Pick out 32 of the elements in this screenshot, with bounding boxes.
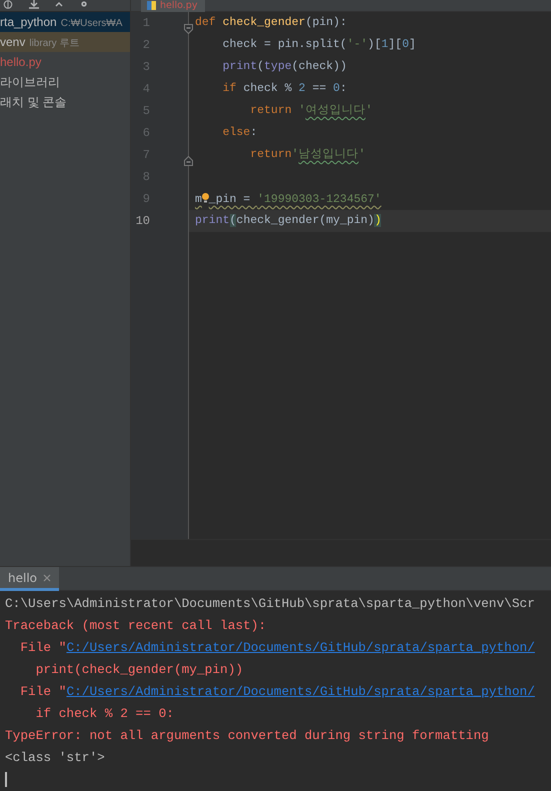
console-line: <class 'str'> (5, 750, 105, 765)
code-line: if check % 2 == 0: (222, 81, 348, 97)
file-link[interactable]: C:/Users/Administrator/Documents/GitHub/sprata/sparta_python/ (66, 640, 535, 655)
tree-item[interactable]: rta_python C:₩Users₩A (0, 12, 130, 32)
console-line: if check % 2 == 0: (34, 706, 174, 721)
code-line: def check_gender(pin): (194, 15, 348, 31)
file-link[interactable]: C:/Users/Administrator/Documents/GitHub/sprata/sparta_python/ (66, 684, 535, 699)
line-number: 10 (136, 214, 150, 228)
code-line: return'남성입니다' (249, 147, 366, 163)
console-line: File "C:/Users/Administrator/Documents/GitHub/sprata/sparta_python/ (19, 684, 535, 699)
fold-icon[interactable] (184, 24, 193, 34)
console-line: Traceback (most recent call last): (5, 618, 266, 633)
download-icon[interactable] (28, 0, 40, 9)
collapse-icon[interactable] (54, 0, 64, 9)
tree-item[interactable]: venv library 루트 (0, 32, 130, 52)
code-line: else: (222, 125, 258, 141)
tree-item[interactable]: hello.py (0, 52, 130, 72)
console-line: File "C:/Users/Administrator/Documents/GitHub/sprata/sparta_python/ (19, 640, 535, 655)
fold-icon[interactable] (184, 156, 193, 166)
code-line: check = pin.split('-')[1][0] (222, 37, 417, 53)
tree-item[interactable]: 래치 및 콘솔 (0, 92, 130, 112)
code-line: print(type(check)) (222, 59, 348, 75)
code-line: return '여성입니다' (249, 103, 374, 119)
run-tab[interactable]: hello (0, 567, 59, 591)
lightbulb-icon[interactable] (202, 192, 209, 204)
text-cursor (5, 772, 6, 788)
tree-item[interactable]: 라이브러리 (0, 72, 130, 92)
console-line: C:\Users\Administrator\Documents\GitHub\sprata\sparta_python\venv\Scr (5, 596, 535, 611)
python-file-icon (147, 1, 156, 10)
console-line: TypeError: not all arguments converted during string formatting (5, 728, 489, 743)
console-line: print(check_gender(my_pin)) (34, 662, 244, 677)
code-line: m _pin = '19990303-1234567' (194, 190, 382, 208)
